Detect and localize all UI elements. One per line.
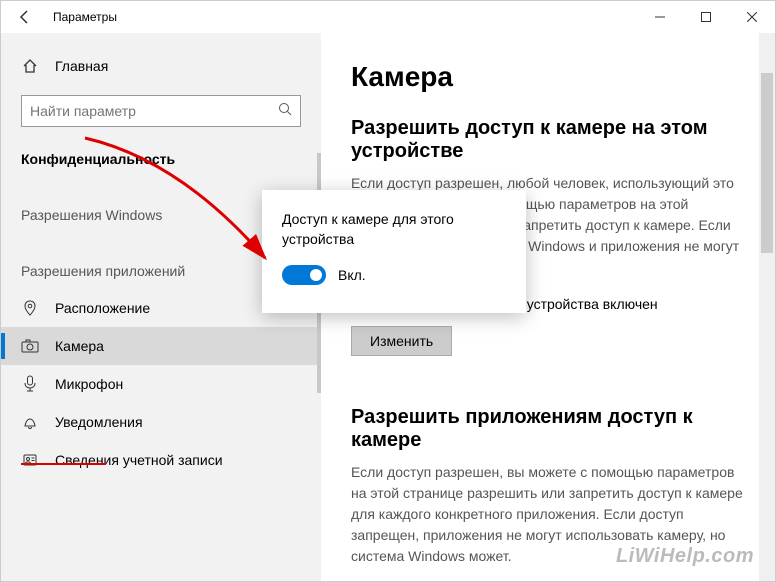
section1-title: Разрешить доступ к камере на этом устрой…	[351, 117, 745, 163]
sidebar-section-title: Конфиденциальность	[1, 145, 321, 177]
nav-label: Микрофон	[55, 376, 123, 392]
sidebar-item-account-info[interactable]: Сведения учетной записи	[1, 441, 321, 479]
sidebar-item-camera[interactable]: Камера	[1, 327, 321, 365]
maximize-button[interactable]	[683, 1, 729, 33]
nav-label: Уведомления	[55, 414, 143, 430]
search-input[interactable]	[21, 95, 301, 127]
content-scrollbar-thumb[interactable]	[761, 73, 773, 253]
camera-icon	[21, 337, 39, 355]
content-scrollbar-track[interactable]	[759, 33, 775, 581]
watermark: LiWiHelp.com	[616, 545, 754, 568]
microphone-icon	[21, 375, 39, 393]
home-icon	[21, 57, 39, 75]
page-title: Камера	[351, 61, 745, 93]
search-field[interactable]	[30, 103, 278, 119]
sidebar-home[interactable]: Главная	[1, 49, 321, 83]
search-icon	[278, 102, 292, 121]
device-camera-toggle[interactable]	[282, 265, 326, 285]
minimize-button[interactable]	[637, 1, 683, 33]
sidebar-item-notifications[interactable]: Уведомления	[1, 403, 321, 441]
nav-label: Сведения учетной записи	[55, 452, 223, 468]
titlebar: Параметры	[1, 1, 775, 33]
camera-access-popup: Доступ к камере для этого устройства Вкл…	[262, 190, 526, 313]
popup-toggle-row: Вкл.	[282, 265, 506, 285]
account-icon	[21, 451, 39, 469]
sidebar-item-microphone[interactable]: Микрофон	[1, 365, 321, 403]
change-button[interactable]: Изменить	[351, 326, 452, 356]
back-button[interactable]	[5, 1, 45, 33]
window-title: Параметры	[53, 10, 117, 24]
location-icon	[21, 299, 39, 317]
annotation-underline	[21, 463, 106, 465]
section2-title: Разрешить приложениям доступ к камере	[351, 406, 745, 452]
window-controls	[637, 1, 775, 33]
nav-label: Камера	[55, 338, 104, 354]
nav-label: Расположение	[55, 300, 150, 316]
bell-icon	[21, 413, 39, 431]
popup-toggle-label: Вкл.	[338, 267, 366, 283]
close-button[interactable]	[729, 1, 775, 33]
popup-title: Доступ к камере для этого устройства	[282, 210, 506, 249]
sidebar-home-label: Главная	[55, 58, 108, 74]
